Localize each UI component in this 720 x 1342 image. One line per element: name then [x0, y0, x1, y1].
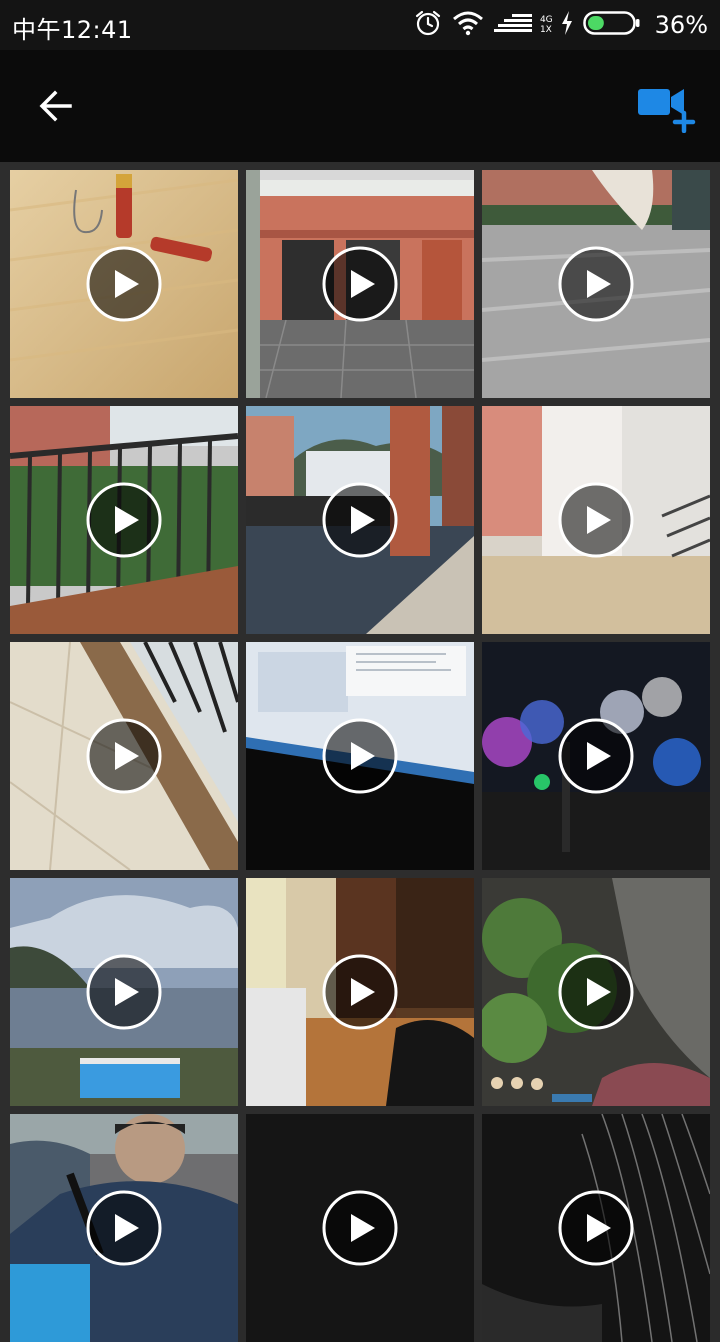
network-type: 4G 1X — [540, 15, 553, 35]
network-type-top: 4G — [539, 15, 553, 25]
status-time: 中午12:41 — [12, 16, 133, 44]
app-bar — [0, 50, 720, 162]
video-camera-add-icon — [638, 89, 696, 133]
status-icons: 4G 1X 36% — [414, 8, 708, 42]
video-thumbnail-10[interactable] — [10, 878, 238, 1106]
battery-fill — [587, 16, 604, 30]
video-thumbnail-8[interactable] — [246, 642, 474, 870]
play-icon — [558, 1190, 634, 1266]
play-icon — [322, 954, 398, 1030]
video-thumbnail-7[interactable] — [10, 642, 238, 870]
play-icon — [86, 482, 162, 558]
play-icon — [558, 954, 634, 1030]
play-icon — [86, 1190, 162, 1266]
play-icon — [558, 246, 634, 322]
battery-icon — [582, 10, 641, 40]
play-icon — [558, 482, 634, 558]
play-icon — [86, 954, 162, 1030]
play-icon — [322, 1190, 398, 1266]
play-icon — [322, 246, 398, 322]
play-icon — [86, 718, 162, 794]
alarm-icon — [414, 9, 442, 41]
add-video-button[interactable] — [628, 78, 704, 138]
video-thumbnail-12[interactable] — [482, 878, 710, 1106]
status-bar: 中午12:41 4G 1X 36% — [0, 0, 720, 50]
signal-icon — [493, 11, 534, 39]
play-icon — [322, 482, 398, 558]
video-thumbnail-14[interactable] — [246, 1114, 474, 1342]
back-button[interactable] — [24, 74, 88, 138]
play-icon — [558, 718, 634, 794]
video-thumbnail-5[interactable] — [246, 406, 474, 634]
wifi-icon — [452, 10, 484, 40]
play-icon — [322, 718, 398, 794]
video-thumbnail-9[interactable] — [482, 642, 710, 870]
battery-percentage: 36% — [654, 11, 708, 39]
video-grid — [0, 162, 720, 1342]
charging-icon — [561, 11, 573, 39]
network-type-bottom: 1X — [539, 25, 552, 35]
arrow-left-icon — [39, 90, 72, 122]
video-thumbnail-11[interactable] — [246, 878, 474, 1106]
video-thumbnail-6[interactable] — [482, 406, 710, 634]
video-thumbnail-4[interactable] — [10, 406, 238, 634]
video-thumbnail-3[interactable] — [482, 170, 710, 398]
video-thumbnail-15[interactable] — [482, 1114, 710, 1342]
video-thumbnail-1[interactable] — [10, 170, 238, 398]
video-thumbnail-2[interactable] — [246, 170, 474, 398]
play-icon — [86, 246, 162, 322]
video-thumbnail-13[interactable] — [10, 1114, 238, 1342]
